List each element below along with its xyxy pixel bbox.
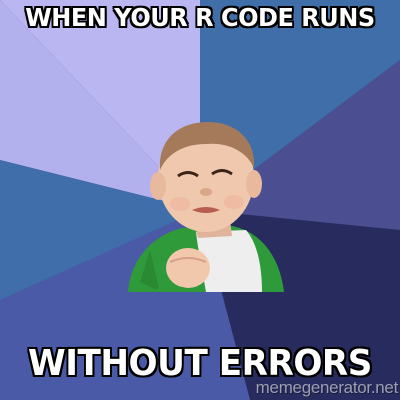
watermark-text: memegenerator.net — [255, 378, 399, 397]
meme-top-text: WHEN YOUR R CODE RUNS — [24, 2, 376, 33]
kid-ear-right — [246, 170, 262, 198]
kid-nose — [200, 188, 212, 196]
meme-background — [0, 0, 400, 400]
meme-image: WHEN YOUR R CODE RUNS WITHOUT ERRORS mem… — [0, 0, 400, 400]
kid-cheek-left — [170, 197, 190, 211]
kid-ear-left — [150, 172, 166, 200]
kid-fist — [166, 248, 210, 288]
kid-cheek-right — [224, 195, 244, 209]
